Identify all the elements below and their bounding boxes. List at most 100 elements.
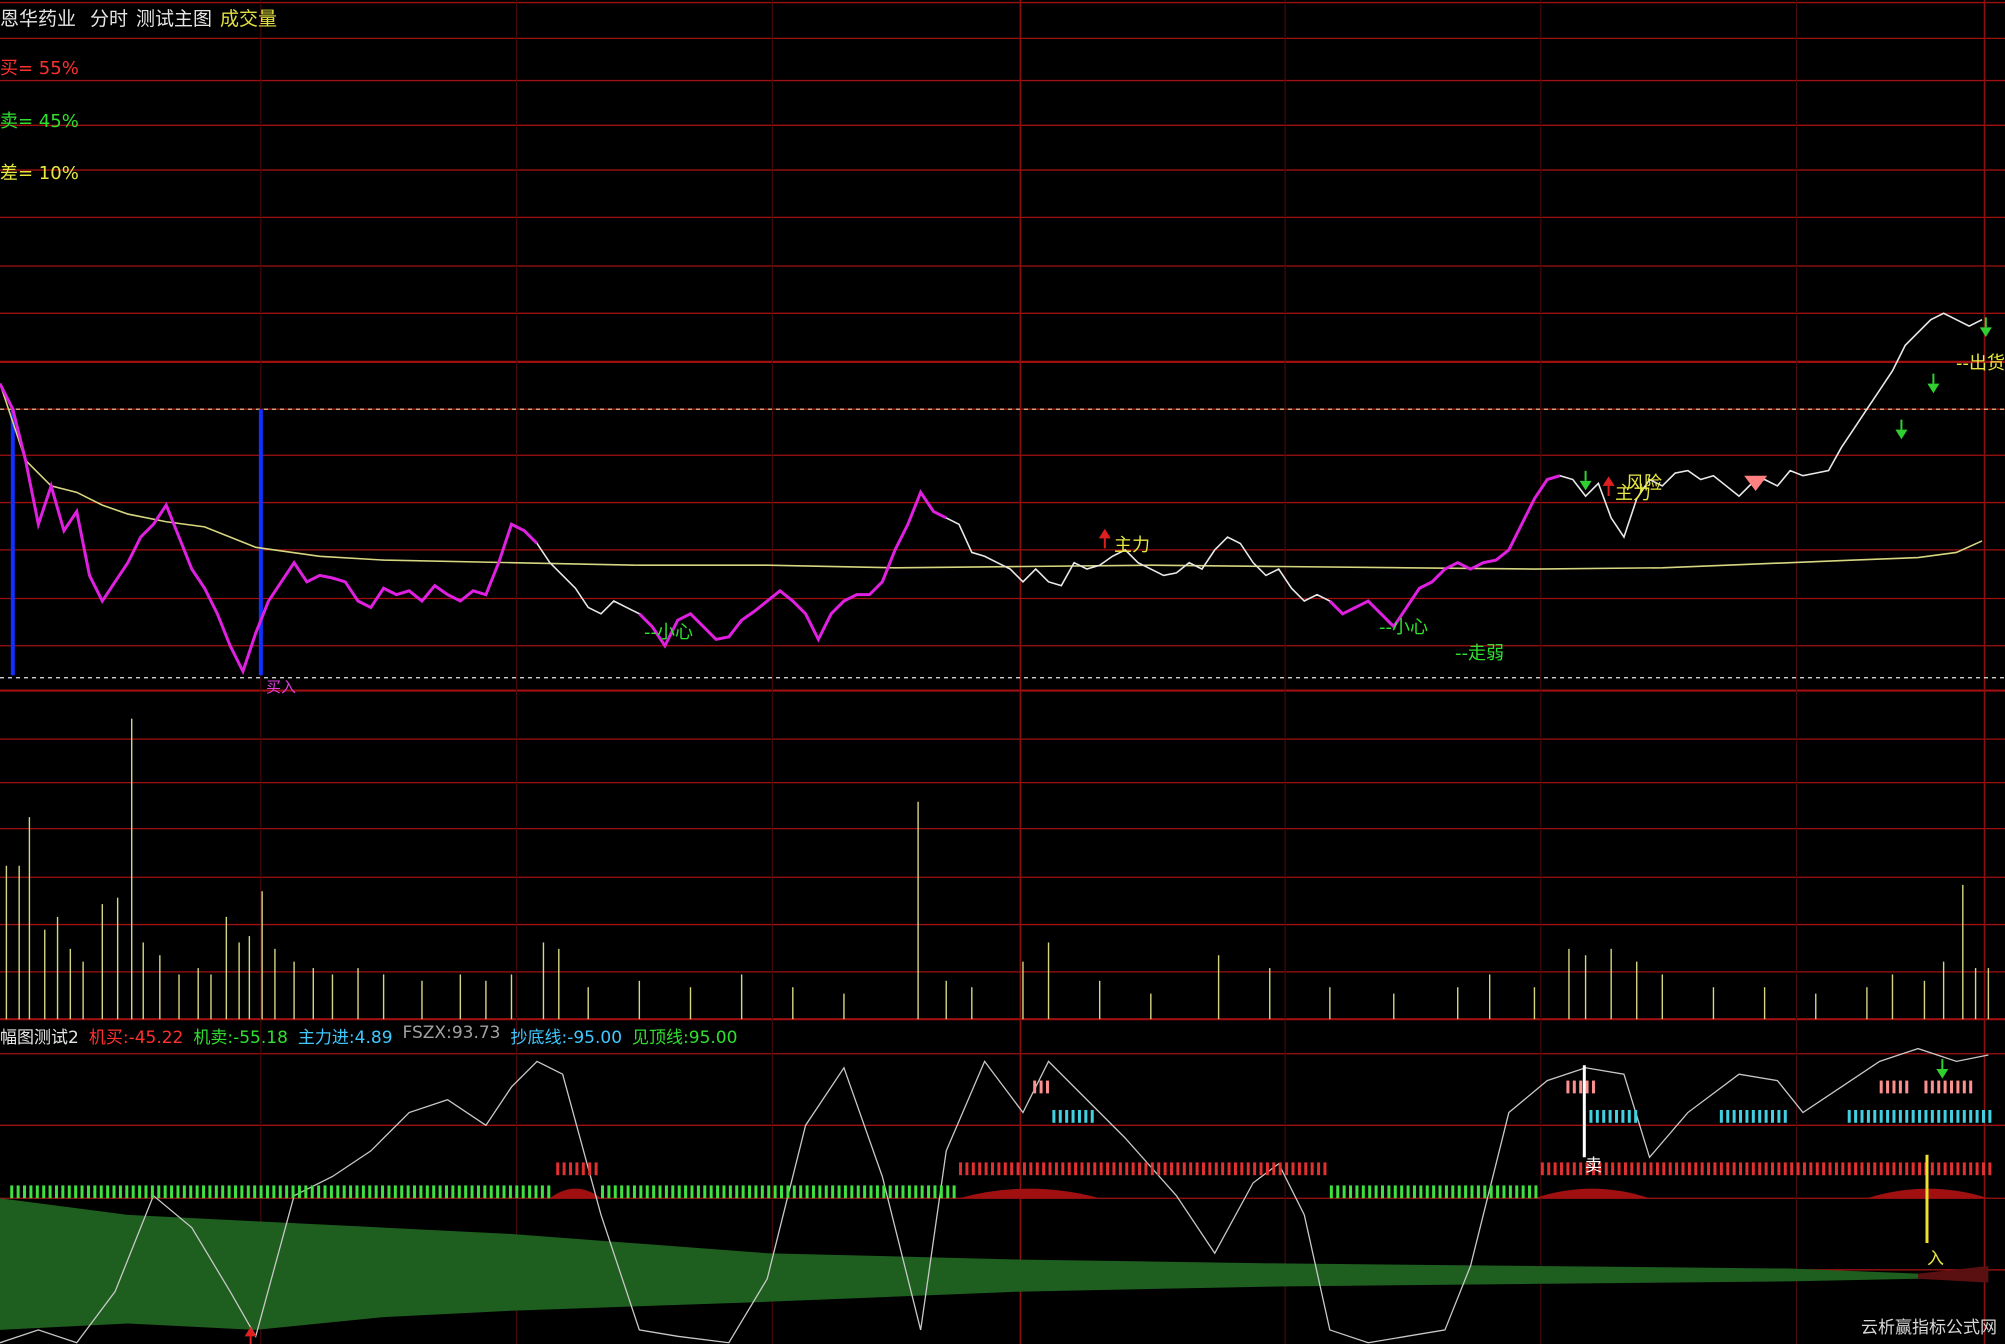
tab-intraday[interactable]: 分时 bbox=[90, 4, 128, 32]
green-signal-tick bbox=[80, 1185, 84, 1199]
green-signal-tick bbox=[208, 1185, 212, 1199]
green-signal-tick bbox=[528, 1185, 532, 1199]
green-signal-tick bbox=[1374, 1185, 1378, 1199]
ind-value: -55.18 bbox=[233, 1028, 288, 1048]
buy-ratio-label: 买= 55% bbox=[0, 58, 79, 79]
red-signal-tick bbox=[1611, 1162, 1615, 1176]
red-signal-tick bbox=[1956, 1162, 1960, 1176]
red-signal-tick bbox=[1841, 1162, 1845, 1176]
green-signal-tick bbox=[163, 1185, 167, 1199]
green-signal-tick bbox=[54, 1185, 58, 1199]
green-signal-tick bbox=[652, 1185, 656, 1199]
red-signal-tick bbox=[556, 1162, 560, 1176]
cyan-signal-tick bbox=[1873, 1109, 1877, 1123]
red-signal-tick bbox=[1988, 1162, 1992, 1176]
red-signal-tick bbox=[1847, 1162, 1851, 1176]
green-signal-tick bbox=[1451, 1185, 1455, 1199]
green-signal-tick bbox=[875, 1185, 879, 1199]
red-signal-tick bbox=[1016, 1162, 1020, 1176]
stock-name[interactable]: 恩华药业 bbox=[0, 4, 76, 32]
green-signal-tick bbox=[291, 1185, 295, 1199]
green-signal-tick bbox=[658, 1185, 662, 1199]
green-signal-tick bbox=[607, 1185, 611, 1199]
cyan-signal-tick bbox=[1950, 1109, 1954, 1123]
green-signal-tick bbox=[895, 1185, 899, 1199]
red-signal-tick bbox=[1739, 1162, 1743, 1176]
annotation-main-force-2: 主力 bbox=[1615, 483, 1651, 504]
red-signal-tick bbox=[1195, 1162, 1199, 1176]
green-signal-tick bbox=[413, 1185, 417, 1199]
green-signal-tick bbox=[671, 1185, 675, 1199]
red-signal-tick bbox=[1214, 1162, 1218, 1176]
green-signal-tick bbox=[483, 1185, 487, 1199]
green-signal-tick bbox=[297, 1185, 301, 1199]
cyan-signal-tick bbox=[1602, 1109, 1606, 1123]
cyan-signal-tick bbox=[1892, 1109, 1896, 1123]
pink-signal-tick bbox=[1905, 1080, 1909, 1094]
green-signal-tick bbox=[799, 1185, 803, 1199]
avg-price-line bbox=[0, 383, 1983, 570]
indicator-name[interactable]: 幅图测试2 bbox=[0, 1023, 79, 1048]
red-signal-tick bbox=[1048, 1162, 1052, 1176]
green-signal-tick bbox=[677, 1185, 681, 1199]
green-signal-tick bbox=[432, 1185, 436, 1199]
cyan-signal-tick bbox=[1627, 1109, 1631, 1123]
green-signal-tick bbox=[1496, 1185, 1500, 1199]
green-signal-tick bbox=[786, 1185, 790, 1199]
pink-signal-tick bbox=[1943, 1080, 1947, 1094]
green-signal-tick bbox=[1457, 1185, 1461, 1199]
green-signal-tick bbox=[381, 1185, 385, 1199]
green-signal-tick bbox=[600, 1185, 604, 1199]
green-signal-tick bbox=[349, 1185, 353, 1199]
green-signal-tick bbox=[112, 1185, 116, 1199]
green-signal-tick bbox=[502, 1185, 506, 1199]
green-signal-tick bbox=[1515, 1185, 1519, 1199]
red-signal-tick bbox=[588, 1162, 592, 1176]
oscillator-green-area bbox=[0, 1198, 1970, 1330]
red-signal-tick bbox=[1003, 1162, 1007, 1176]
red-signal-tick bbox=[1022, 1162, 1026, 1176]
green-signal-tick bbox=[1387, 1185, 1391, 1199]
green-signal-tick bbox=[824, 1185, 828, 1199]
green-signal-tick bbox=[946, 1185, 950, 1199]
red-signal-tick bbox=[1035, 1162, 1039, 1176]
green-signal-tick bbox=[1534, 1185, 1538, 1199]
red-signal-tick bbox=[1253, 1162, 1257, 1176]
tab-test-main[interactable]: 测试主图 bbox=[136, 4, 212, 32]
green-signal-tick bbox=[1400, 1185, 1404, 1199]
green-signal-tick bbox=[16, 1185, 20, 1199]
green-signal-tick bbox=[1432, 1185, 1436, 1199]
green-signal-tick bbox=[1521, 1185, 1525, 1199]
pink-signal-tick bbox=[1898, 1080, 1902, 1094]
green-signal-tick bbox=[118, 1185, 122, 1199]
red-signal-tick bbox=[1054, 1162, 1058, 1176]
green-signal-tick bbox=[489, 1185, 493, 1199]
red-signal-tick bbox=[1278, 1162, 1282, 1176]
green-signal-tick bbox=[61, 1185, 65, 1199]
ind-value: -45.22 bbox=[128, 1028, 184, 1048]
red-signal-tick bbox=[569, 1162, 573, 1176]
highlight-segment bbox=[0, 382, 539, 676]
red-signal-tick bbox=[1694, 1162, 1698, 1176]
cyan-signal-tick bbox=[1751, 1109, 1755, 1123]
annotation-careful-1: --小心 bbox=[644, 622, 693, 643]
cyan-signal-tick bbox=[1854, 1109, 1858, 1123]
red-signal-tick bbox=[1732, 1162, 1736, 1176]
red-signal-tick bbox=[1962, 1162, 1966, 1176]
red-signal-tick bbox=[1905, 1162, 1909, 1176]
red-signal-tick bbox=[1943, 1162, 1947, 1176]
ind-item-0: 机买:-45.22 bbox=[89, 1023, 184, 1048]
cyan-signal-tick bbox=[1924, 1109, 1928, 1123]
ind-value: 4.89 bbox=[354, 1028, 393, 1048]
tab-volume[interactable]: 成交量 bbox=[220, 4, 277, 32]
chart-canvas[interactable] bbox=[0, 0, 2005, 1344]
red-signal-tick bbox=[1566, 1162, 1570, 1176]
red-signal-tick bbox=[1809, 1162, 1813, 1176]
red-signal-tick bbox=[1822, 1162, 1826, 1176]
red-signal-tick bbox=[1074, 1162, 1078, 1176]
oscillator-red-mound bbox=[1534, 1188, 1650, 1199]
green-signal-tick bbox=[1464, 1185, 1468, 1199]
oscillator-red-mound bbox=[549, 1188, 601, 1199]
cyan-signal-tick bbox=[1918, 1109, 1922, 1123]
cyan-signal-tick bbox=[1930, 1109, 1934, 1123]
